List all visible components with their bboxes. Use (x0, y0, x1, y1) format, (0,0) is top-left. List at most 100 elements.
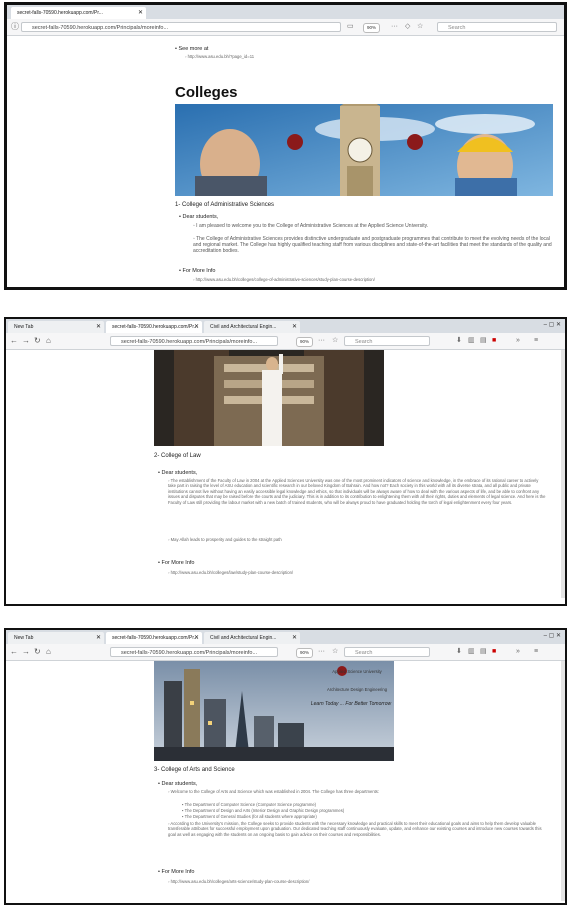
scrollbar[interactable] (561, 350, 565, 598)
search-input[interactable]: Search (437, 22, 557, 32)
tab-bar: New Tab ✕ secret-falls-70590.herokuapp.co… (6, 319, 565, 334)
banner-slogan: Learn Today ... For Better Tomorrow (310, 701, 392, 707)
close-tab-icon[interactable]: ✕ (292, 632, 297, 644)
close-tab-icon[interactable]: ✕ (96, 632, 101, 644)
address-bar-url: secret-falls-70590.herokuapp.com/Princip… (121, 650, 258, 656)
college-heading-2: 2- College of Law (154, 453, 201, 459)
search-input[interactable]: Search (344, 336, 430, 346)
banner-university-name: Applied Science University (332, 669, 382, 674)
bookmark-star-icon[interactable]: ☆ (417, 23, 423, 31)
overflow-icon[interactable]: » (516, 648, 520, 656)
reload-icon[interactable]: ↻ (34, 647, 41, 657)
tab-title: secret-falls-70590.herokuapp.com/Pr... (112, 635, 198, 641)
menu-icon[interactable]: ≡ (534, 337, 538, 345)
menu-icon[interactable]: ≡ (534, 648, 538, 656)
overflow-icon[interactable]: » (516, 337, 520, 345)
forward-icon[interactable]: → (22, 647, 30, 657)
home-icon[interactable]: ⌂ (46, 647, 51, 657)
address-bar-url: secret-falls-70590.herokuapp.com/Princip… (121, 339, 258, 345)
close-tab-icon[interactable]: ✕ (194, 632, 199, 644)
bookmark-star-icon[interactable]: ☆ (332, 337, 338, 345)
search-placeholder: Search (355, 650, 373, 656)
close-tab-icon[interactable]: ✕ (194, 321, 199, 333)
law-closing-text: May Allah leads to prosperity and guides… (170, 537, 282, 542)
page-content: • See more at ◦ http://www.asu.edu.bh/?p… (7, 36, 564, 287)
tab-new-tab[interactable]: New Tab ✕ (8, 632, 104, 644)
close-tab-icon[interactable]: ✕ (96, 321, 101, 333)
address-bar[interactable]: secret-falls-70590.herokuapp.com/Princip… (110, 647, 278, 657)
law-paragraph: ◦ The establishment of the Faculty of La… (168, 478, 546, 505)
tab-title: secret-falls-70590.herokuapp.com/Pr... (112, 324, 198, 330)
see-more-link-text: http://www.asu.edu.bh/?page_id=11 (187, 54, 255, 59)
back-icon[interactable]: ← (10, 336, 18, 346)
close-tab-icon[interactable]: ✕ (138, 7, 143, 19)
banner-department: Architecture Design Engineering (326, 687, 388, 692)
more-actions-icon[interactable]: ··· (318, 337, 325, 345)
tab-title: New Tab (14, 635, 34, 641)
address-bar[interactable]: secret-falls-70590.herokuapp.com/Princip… (21, 22, 341, 32)
back-icon[interactable]: ← (10, 647, 18, 657)
search-input[interactable]: Search (344, 647, 430, 657)
tab-civil-engineering[interactable]: Civil and Architectural Engin... ✕ (204, 632, 300, 644)
more-info-link[interactable]: ◦ http://www.asu.edu.bh/colleges/arts-sc… (168, 879, 546, 884)
download-icon[interactable]: ⬇ (456, 648, 462, 656)
more-info-link-text: http://www.asu.edu.bh/colleges/arts-scie… (170, 879, 310, 884)
window-controls[interactable]: – ▢ ✕ (544, 632, 561, 639)
extension-icon[interactable]: ■ (492, 337, 496, 345)
bullet-more-info: • For More Info (158, 560, 195, 566)
department-text: The Department of Design and Arts (Inter… (184, 808, 345, 813)
department-text: The Department of Computer Science (Comp… (184, 802, 317, 807)
bullet-dear-students: • Dear students, (179, 214, 219, 220)
tab-secret-falls[interactable]: secret-falls-70590.herokuapp.com/Pr... ✕ (106, 321, 202, 333)
tab-secret-falls[interactable]: secret-falls-70590.herokuapp.com/Pr... ✕ (106, 632, 202, 644)
extension-icon[interactable]: ■ (492, 648, 496, 656)
more-info-link[interactable]: ◦ http://www.asu.edu.bh/colleges/law/stu… (168, 570, 546, 575)
home-icon[interactable]: ⌂ (46, 336, 51, 346)
reload-icon[interactable]: ↻ (34, 336, 41, 346)
address-bar[interactable]: secret-falls-70590.herokuapp.com/Princip… (110, 336, 278, 346)
tab-new-tab[interactable]: New Tab ✕ (8, 321, 104, 333)
more-info-label: For More Info (161, 869, 195, 875)
navigation-bar: ← → ↻ ⌂ secret-falls-70590.herokuapp.com… (6, 333, 565, 350)
pocket-icon[interactable]: ◇ (405, 23, 410, 31)
college-photo-image (154, 350, 384, 446)
page-content: Applied Science University Architecture … (6, 661, 565, 903)
more-info-label: For More Info (182, 268, 216, 274)
see-more-link[interactable]: ◦ http://www.asu.edu.bh/?page_id=11 (185, 54, 254, 59)
more-info-link[interactable]: ◦ http://www.asu.edu.bh/colleges/college… (193, 277, 555, 282)
dear-students-label: Dear students, (161, 470, 198, 476)
zoom-level[interactable]: 90% (296, 648, 314, 658)
tab-title: Civil and Architectural Engin... (210, 324, 277, 330)
department-item-1: ▪ The Department of Computer Science (Co… (182, 802, 317, 807)
address-bar-url: secret-falls-70590.herokuapp.com/Princip… (32, 25, 169, 31)
tab-title: New Tab (14, 324, 34, 330)
navigation-bar: ← → ↻ ⌂ secret-falls-70590.herokuapp.com… (6, 644, 565, 661)
department-text: The Department of General Studies (for a… (184, 814, 317, 819)
sidebar-icon[interactable]: ▤ (480, 648, 487, 656)
bullet-more-info: • For More Info (158, 869, 195, 875)
download-icon[interactable]: ⬇ (456, 337, 462, 345)
tab-secret-falls[interactable]: secret-falls-70590.herokuapp.com/Pr... ✕ (11, 7, 146, 19)
sidebar-icon[interactable]: ▤ (480, 337, 487, 345)
window-controls[interactable]: – ▢ ✕ (544, 321, 561, 328)
dear-students-label: Dear students, (161, 781, 198, 787)
more-actions-icon[interactable]: ··· (391, 23, 398, 31)
more-actions-icon[interactable]: ··· (318, 648, 325, 656)
college-banner-image (154, 661, 394, 761)
college-description-text: The College of Administrative Sciences p… (193, 236, 552, 255)
library-icon[interactable]: ▥ (468, 337, 475, 345)
reader-view-icon[interactable]: ▭ (347, 23, 354, 31)
scrollbar[interactable] (561, 661, 565, 901)
screenshot-panel-1: secret-falls-70590.herokuapp.com/Pr... ✕… (4, 2, 567, 290)
zoom-level[interactable]: 90% (363, 23, 381, 33)
library-icon[interactable]: ▥ (468, 648, 475, 656)
zoom-level[interactable]: 90% (296, 337, 314, 347)
info-icon[interactable]: ⓘ (11, 22, 19, 32)
college-heading-3: 3- College of Arts and Science (154, 767, 235, 773)
close-tab-icon[interactable]: ✕ (292, 321, 297, 333)
department-item-2: ▪ The Department of Design and Arts (Int… (182, 808, 345, 813)
forward-icon[interactable]: → (22, 336, 30, 346)
bookmark-star-icon[interactable]: ☆ (332, 648, 338, 656)
tab-civil-engineering[interactable]: Civil and Architectural Engin... ✕ (204, 321, 300, 333)
see-more-label: See more at (178, 46, 209, 52)
